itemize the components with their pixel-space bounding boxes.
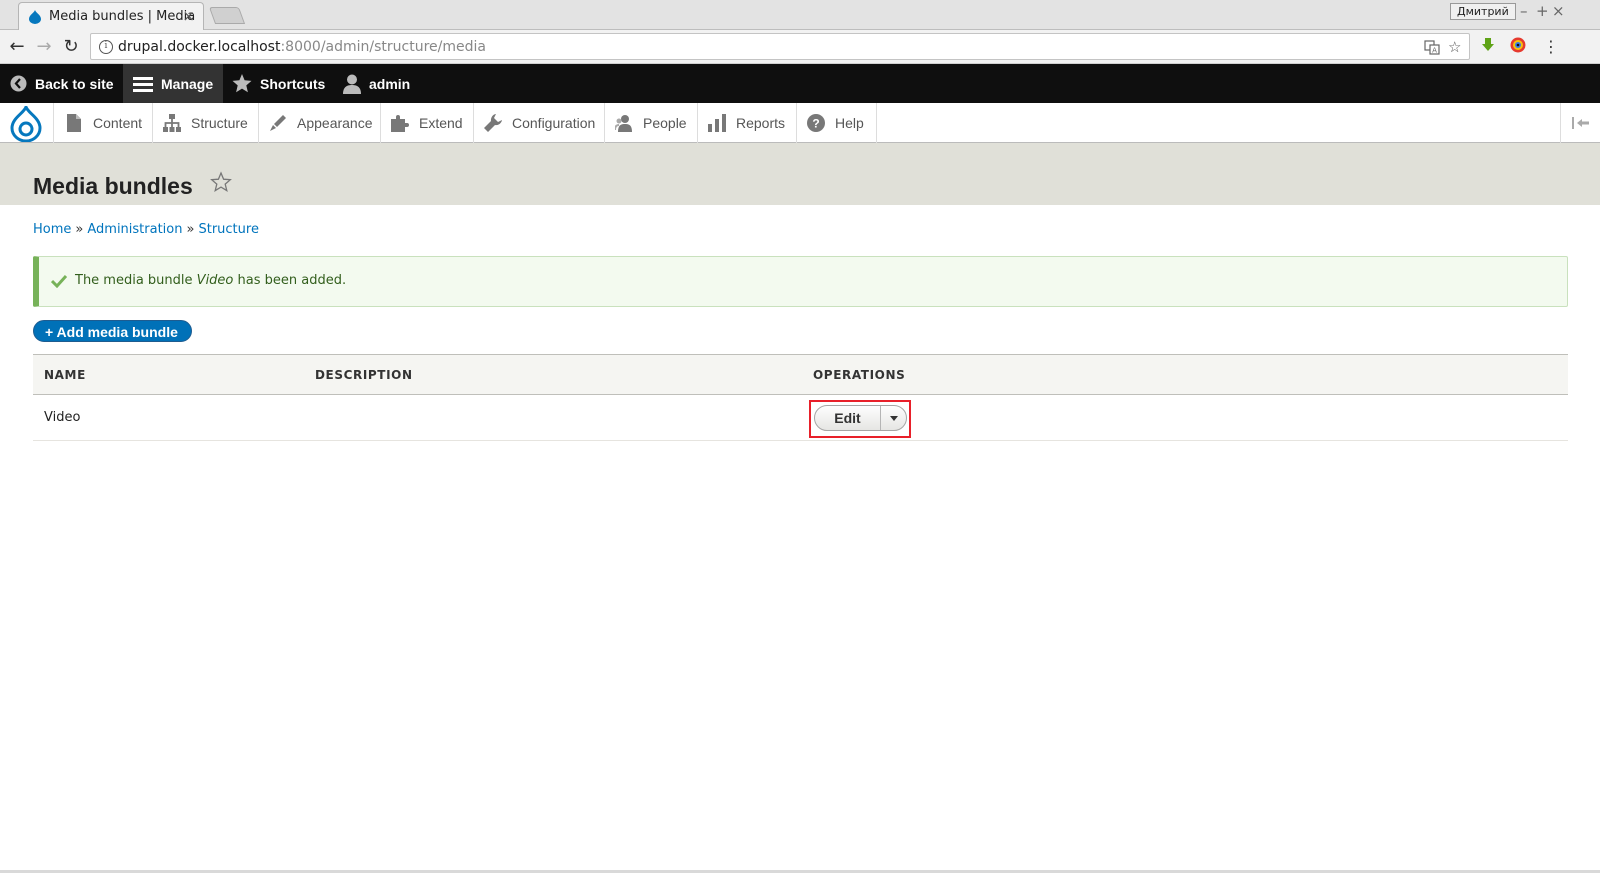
bookmark-star-icon[interactable]: ☆: [1448, 38, 1461, 56]
dropbutton-toggle[interactable]: [881, 406, 906, 430]
breadcrumb-structure[interactable]: Structure: [198, 222, 258, 237]
collapse-arrow-icon: [1571, 117, 1589, 129]
back-arrow-icon[interactable]: ←: [6, 36, 28, 58]
back-to-site-label: Back to site: [35, 75, 114, 92]
tray-item-appearance[interactable]: Appearance: [259, 103, 381, 143]
site-info-icon[interactable]: i: [99, 40, 113, 54]
media-bundles-table: NAME DESCRIPTION OPERATIONS Video: [33, 354, 1568, 441]
reload-icon[interactable]: ↻: [60, 36, 82, 58]
star-icon: [232, 74, 252, 93]
extend-icon: [391, 114, 409, 132]
status-message: The media bundle Video has been added.: [33, 256, 1568, 307]
appearance-icon: [269, 114, 287, 132]
tray-item-people[interactable]: People: [605, 103, 698, 143]
user-icon: [343, 74, 361, 94]
browser-tab[interactable]: Media bundles | Media ×: [18, 2, 204, 30]
tab-title: Media bundles | Media: [49, 9, 196, 24]
address-bar[interactable]: i drupal.docker.localhost:8000/admin/str…: [90, 33, 1470, 60]
breadcrumb: Home» Administration» Structure: [33, 222, 259, 237]
shortcuts-tab[interactable]: Shortcuts: [222, 64, 335, 103]
back-to-site-link[interactable]: Back to site: [0, 64, 124, 103]
page-header: Media bundles: [0, 143, 1600, 205]
bar-chart-icon: [708, 114, 726, 132]
manage-label: Manage: [161, 75, 214, 92]
url-text[interactable]: drupal.docker.localhost:8000/admin/struc…: [118, 39, 486, 55]
shortcuts-label: Shortcuts: [260, 75, 326, 92]
table-row: Video: [33, 395, 1568, 441]
tray-item-label: Reports: [736, 115, 786, 131]
svg-text:?: ?: [812, 117, 819, 131]
profile-button[interactable]: Дмитрий: [1450, 3, 1516, 20]
browser-menu-icon[interactable]: ⋮: [1540, 36, 1562, 58]
breadcrumb-administration[interactable]: Administration: [87, 222, 182, 237]
page-title: Media bundles: [33, 173, 193, 199]
drupal-logo[interactable]: [0, 103, 54, 143]
status-bundle-name: Video: [196, 273, 234, 288]
manage-tab[interactable]: Manage: [123, 64, 223, 103]
tray-item-structure[interactable]: Structure: [153, 103, 259, 143]
browser-tabstrip: Media bundles | Media × Дмитрий – + ×: [0, 0, 1600, 30]
breadcrumb-home[interactable]: Home: [33, 222, 71, 237]
tray-item-label: Configuration: [512, 115, 596, 131]
tab-close-icon[interactable]: ×: [182, 7, 195, 25]
tray-item-label: Content: [93, 115, 143, 131]
bundle-name-cell: Video: [44, 410, 81, 425]
tray-orientation-toggle[interactable]: [1560, 103, 1600, 143]
close-window-button[interactable]: ×: [1552, 2, 1565, 20]
user-tab[interactable]: admin: [333, 64, 420, 103]
tray-item-content[interactable]: Content: [55, 103, 153, 143]
tray-item-reports[interactable]: Reports: [698, 103, 797, 143]
maximize-button[interactable]: +: [1536, 2, 1549, 20]
help-icon: ?: [807, 114, 825, 132]
tray-item-configuration[interactable]: Configuration: [474, 103, 605, 143]
status-text: The media bundle Video has been added.: [75, 273, 347, 288]
admin-toolbar: Back to site Manage Shortcuts admin: [0, 64, 1600, 103]
tray-item-label: People: [643, 115, 687, 131]
caret-down-icon: [889, 415, 898, 421]
drupal-favicon-icon: [29, 10, 41, 24]
add-media-bundle-button[interactable]: + Add media bundle: [33, 320, 192, 342]
edit-button[interactable]: Edit: [815, 406, 881, 430]
tray-item-extend[interactable]: Extend: [381, 103, 474, 143]
download-extension-icon[interactable]: [1480, 37, 1496, 53]
favorite-star-icon[interactable]: [210, 171, 232, 193]
forward-arrow-icon[interactable]: →: [33, 36, 55, 58]
operations-dropbutton: Edit: [814, 405, 907, 431]
color-picker-extension-icon[interactable]: [1510, 37, 1526, 53]
column-header-name: NAME: [44, 368, 86, 382]
column-header-operations: OPERATIONS: [813, 368, 906, 382]
tray-item-label: Help: [835, 115, 864, 131]
tray-item-help[interactable]: ? Help: [797, 103, 877, 143]
hamburger-icon: [133, 76, 153, 92]
new-tab-button[interactable]: [208, 7, 246, 24]
breadcrumb-separator: »: [186, 222, 195, 237]
tray-item-label: Extend: [419, 115, 463, 131]
wrench-icon: [484, 114, 502, 132]
drupal-drop-icon: [10, 106, 42, 142]
translate-icon[interactable]: A: [1424, 39, 1440, 55]
checkmark-icon: [51, 274, 67, 288]
svg-text:A: A: [1432, 47, 1437, 55]
column-header-description: DESCRIPTION: [315, 368, 413, 382]
manage-tray: Content Structure Appearance Extend Conf…: [0, 103, 1600, 143]
structure-icon: [163, 114, 181, 132]
minimize-button[interactable]: –: [1520, 2, 1528, 20]
user-label: admin: [369, 75, 411, 92]
people-icon: [615, 114, 633, 132]
file-icon: [65, 114, 83, 132]
tray-item-label: Structure: [191, 115, 248, 131]
browser-toolbar: ← → ↻ i drupal.docker.localhost:8000/adm…: [0, 30, 1600, 64]
back-circle-icon: [10, 75, 27, 92]
breadcrumb-separator: »: [75, 222, 84, 237]
table-header: NAME DESCRIPTION OPERATIONS: [33, 354, 1568, 395]
tray-item-label: Appearance: [297, 115, 373, 131]
